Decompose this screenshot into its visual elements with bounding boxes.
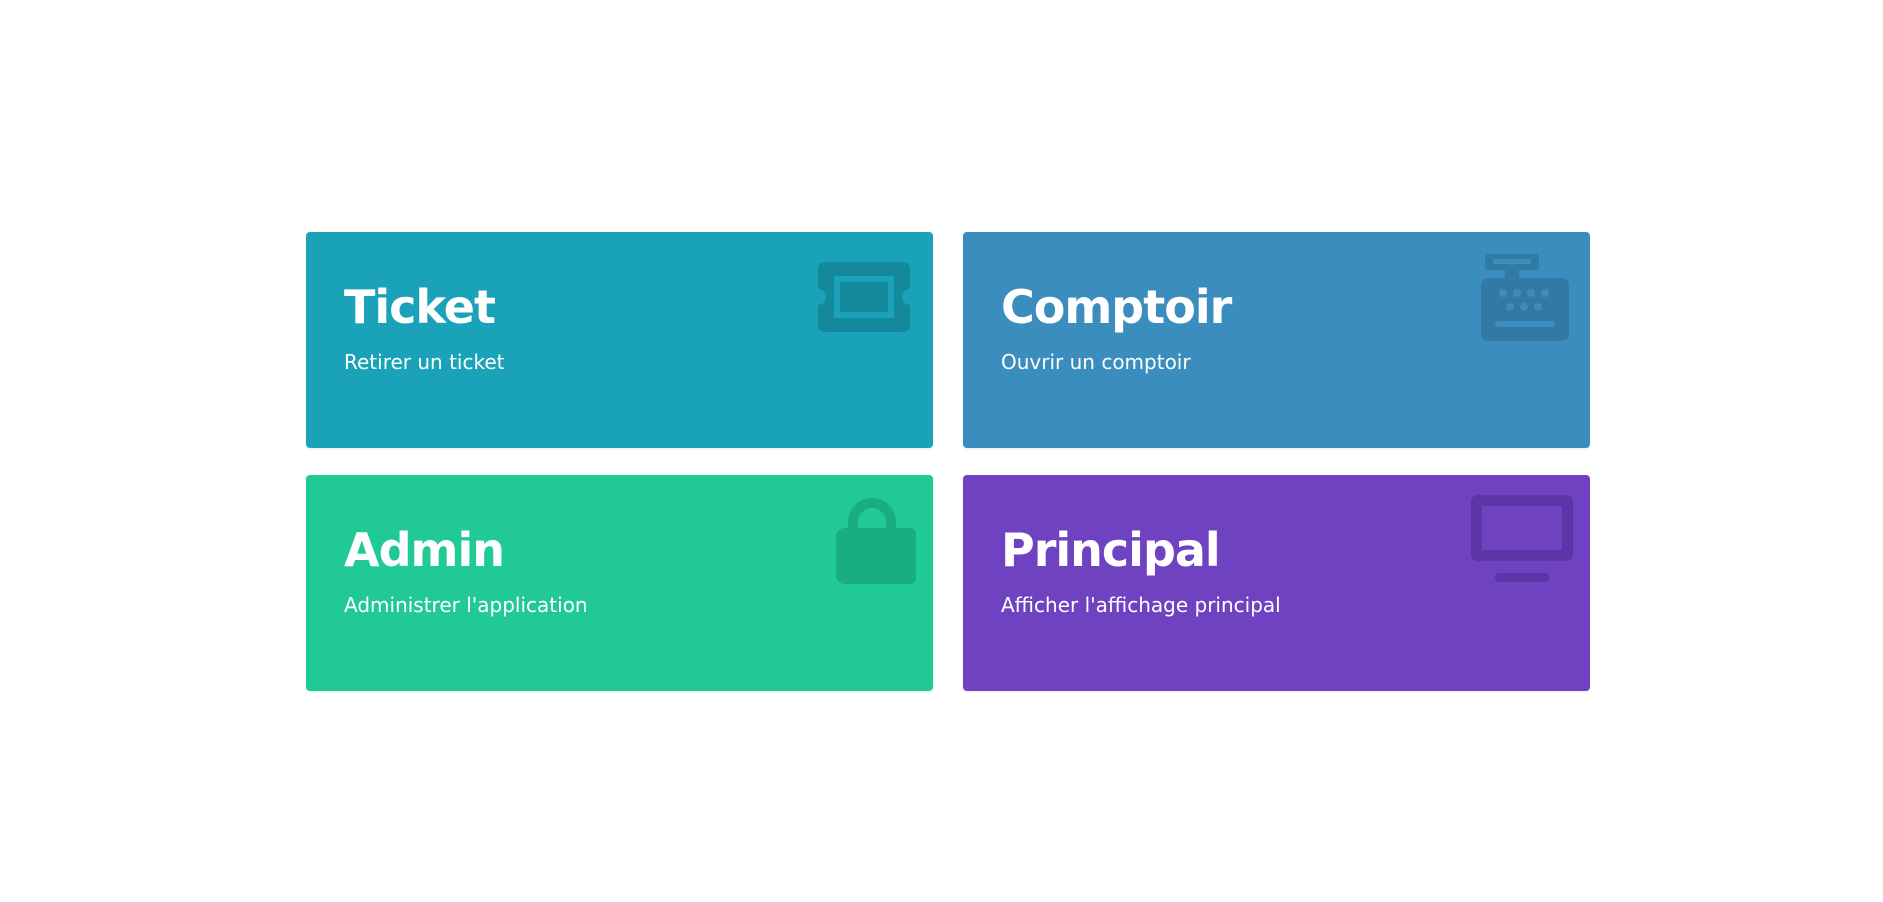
card-description: Afficher l'affichage principal (1001, 593, 1281, 617)
lock-icon (812, 492, 916, 588)
card-title: Comptoir (1001, 280, 1232, 334)
card-title: Ticket (344, 280, 496, 334)
card-title: Principal (1001, 523, 1221, 577)
cash-register-icon (1469, 249, 1573, 345)
card-description: Administrer l'application (344, 593, 588, 617)
admin-card[interactable]: Admin Administrer l'application (306, 475, 933, 691)
menu-grid: Ticket Retirer un ticket Comptoir Ouvrir… (306, 232, 1590, 691)
card-title: Admin (344, 523, 505, 577)
principal-card[interactable]: Principal Afficher l'affichage principal (963, 475, 1590, 691)
monitor-icon (1469, 492, 1573, 588)
ticket-icon (812, 249, 916, 345)
card-description: Retirer un ticket (344, 350, 505, 374)
comptoir-card[interactable]: Comptoir Ouvrir un comptoir (963, 232, 1590, 448)
ticket-card[interactable]: Ticket Retirer un ticket (306, 232, 933, 448)
card-description: Ouvrir un comptoir (1001, 350, 1191, 374)
